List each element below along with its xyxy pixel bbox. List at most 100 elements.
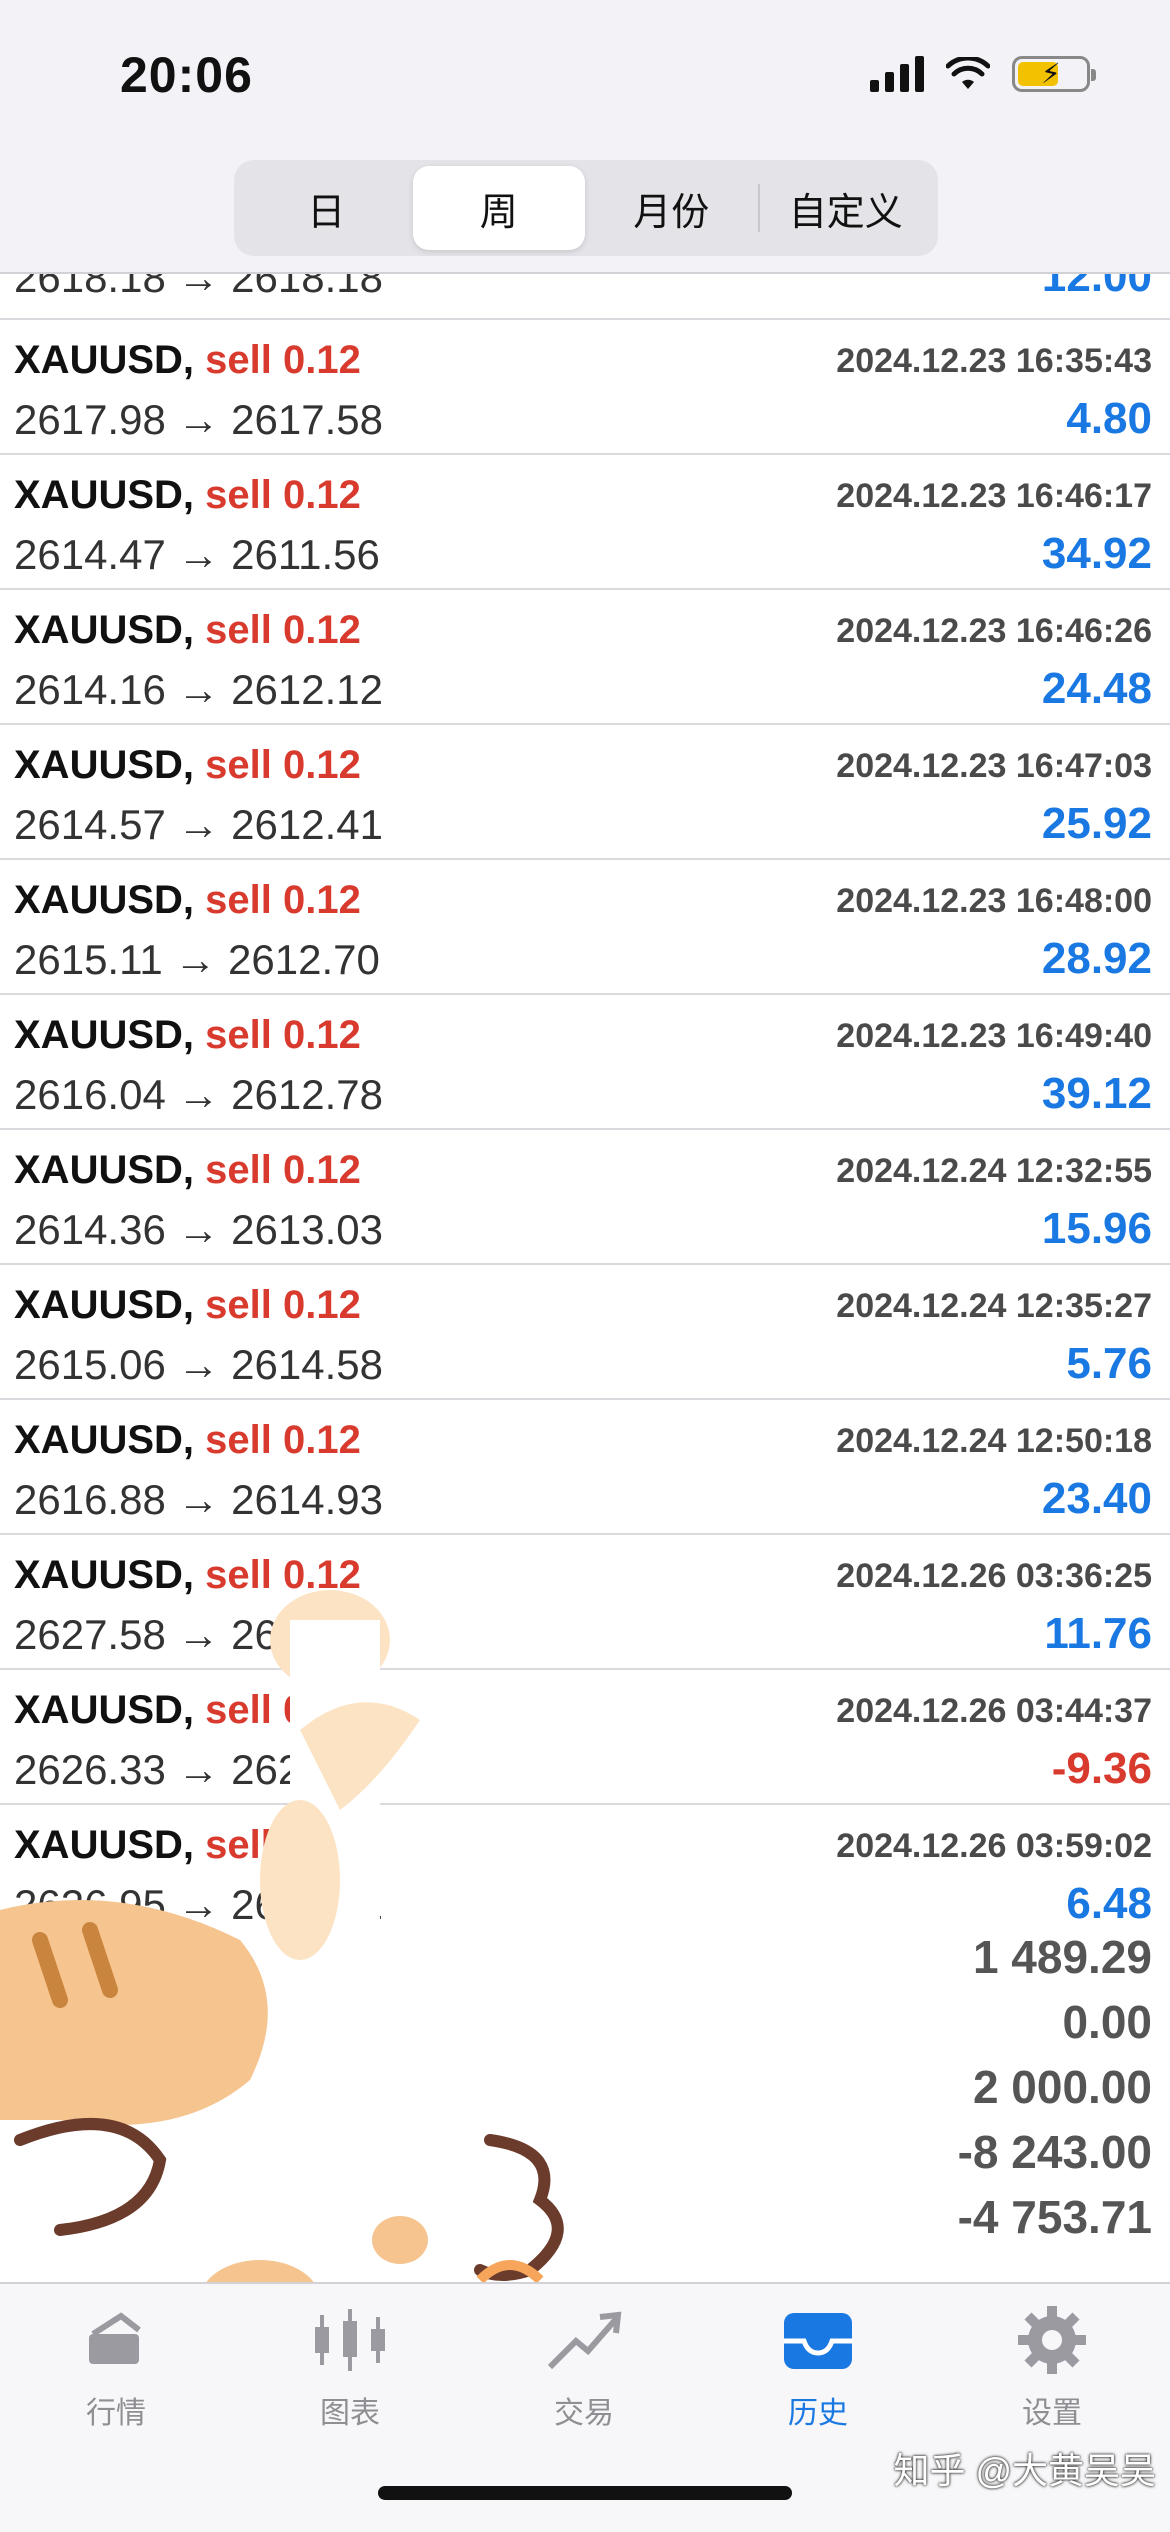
quotes-icon xyxy=(71,2300,161,2380)
candlestick-chart-icon xyxy=(305,2300,395,2380)
trade-time: 2024.12.23 16:47:03 xyxy=(836,747,1152,785)
table-row[interactable]: XAUUSD, sell 0.12 2024.12.23 16:46:26 2614… xyxy=(0,590,1170,725)
table-row[interactable]: XAUUSD, sell 0.12 2024.12.24 12:50:18 2616… xyxy=(0,1400,1170,1535)
tab-quotes[interactable]: 行情 xyxy=(36,2300,196,2440)
tab-settings-label: 设置 xyxy=(1022,2397,1082,2430)
table-row[interactable]: XAUUSD, sell 0.12 2024.12.24 12:32:55 2614… xyxy=(0,1130,1170,1265)
trade-time: 2024.12.26 03:36:25 xyxy=(836,1557,1152,1595)
tab-charts[interactable]: 图表 xyxy=(270,2300,430,2440)
trade-side: sell 0.12 xyxy=(205,1553,361,1597)
history-tray-icon xyxy=(773,2300,863,2380)
trade-prices: 2616.04 → 2612.78 xyxy=(14,1071,383,1118)
trade-symbol-text: XAUUSD, xyxy=(14,743,195,787)
trade-symbol-text: XAUUSD, xyxy=(14,1148,195,1192)
trade-time: 2024.12.24 12:32:55 xyxy=(836,1152,1152,1190)
trade-time: 2024.12.23 16:35:43 xyxy=(836,342,1152,380)
trade-side: sell 0.12 xyxy=(205,1013,361,1057)
trade-symbol-text: XAUUSD, xyxy=(14,1553,195,1597)
trade-profit: 23.40 xyxy=(1041,1474,1152,1523)
trade-time: 2024.12.23 16:48:00 xyxy=(836,882,1152,920)
trade-side: sell 0.12 xyxy=(205,1688,361,1732)
trade-time: 2024.12.23 16:46:17 xyxy=(836,477,1152,515)
tab-settings[interactable]: 设置 xyxy=(972,2300,1132,2440)
home-indicator[interactable] xyxy=(378,2486,792,2500)
table-row[interactable]: XAUUSD, sell 0.12 2024.12.24 12:35:27 2615… xyxy=(0,1265,1170,1400)
trade-time: 2024.12.26 03:44:37 xyxy=(836,1692,1152,1730)
segment-week[interactable]: 周 xyxy=(412,166,585,250)
table-row-partial[interactable]: 2618.18 → 2618.18 12.00 xyxy=(0,272,1170,320)
trade-profit: 11.76 xyxy=(1044,1609,1152,1658)
trade-symbol: XAUUSD, sell 0.12 xyxy=(14,1013,361,1058)
battery-charging-icon: ⚡ xyxy=(1012,56,1096,92)
table-row[interactable]: XAUUSD, sell 0.12 2024.12.23 16:48:00 2615… xyxy=(0,860,1170,995)
trade-symbol: XAUUSD, sell 0.12 xyxy=(14,1823,361,1868)
table-row[interactable]: XAUUSD, sell 0.12 2024.12.23 16:35:43 2617… xyxy=(0,320,1170,455)
trade-profit: 12.00 xyxy=(1041,272,1152,301)
summary-deposit: 2 000.00 xyxy=(972,2061,1152,2113)
table-row[interactable]: XAUUSD, sell 0.12 2024.12.26 03:36:25 2627… xyxy=(0,1535,1170,1670)
table-row[interactable]: XAUUSD, sell 0.12 2024.12.26 03:44:37 2626… xyxy=(0,1670,1170,1805)
trade-prices: 2615.06 → 2614.58 xyxy=(14,1341,383,1388)
trade-symbol-text: XAUUSD, xyxy=(14,473,195,517)
trade-symbol-text: XAUUSD, xyxy=(14,1823,195,1867)
trade-symbol: XAUUSD, sell 0.12 xyxy=(14,608,361,653)
trade-side: sell 0.12 xyxy=(205,1418,361,1462)
tab-charts-label: 图表 xyxy=(320,2397,380,2430)
period-segmented-control: 日 周 月份 自定义 xyxy=(234,160,938,256)
trade-profit: 5.76 xyxy=(1066,1339,1152,1388)
trade-profit: 15.96 xyxy=(1041,1204,1152,1253)
trade-symbol: XAUUSD, sell 0.12 xyxy=(14,1553,361,1598)
trade-prices: 2618.18 → 2618.18 xyxy=(14,272,383,301)
trade-symbol: XAUUSD, sell 0.12 xyxy=(14,1148,361,1193)
trade-symbol: XAUUSD, sell 0.12 xyxy=(14,878,361,923)
trade-prices: 2626.33 → 2627.11 xyxy=(14,1746,380,1793)
trade-side: sell 0.12 xyxy=(205,743,361,787)
tab-history[interactable]: 历史 xyxy=(738,2300,898,2440)
history-summary: 1 489.29 0.00 2 000.00 -8 243.00 -4 753.… xyxy=(0,1925,1170,2250)
trade-profit: -9.36 xyxy=(1051,1744,1152,1793)
trade-profit: 39.12 xyxy=(1041,1069,1152,1118)
trade-history-list[interactable]: 2618.18 → 2618.18 12.00 XAUUSD, sell 0.1… xyxy=(0,272,1170,1922)
trade-profit: 34.92 xyxy=(1041,529,1152,578)
segment-custom[interactable]: 自定义 xyxy=(760,166,933,250)
tab-trade-label: 交易 xyxy=(554,2397,614,2430)
trade-symbol-text: XAUUSD, xyxy=(14,608,195,652)
status-time: 20:06 xyxy=(120,47,253,103)
trade-prices: 2616.88 → 2614.93 xyxy=(14,1476,383,1523)
wifi-icon xyxy=(946,57,990,89)
status-icons: ⚡ xyxy=(870,56,1096,92)
segment-day[interactable]: 日 xyxy=(240,166,413,250)
trade-side: sell 0.12 xyxy=(205,1148,361,1192)
table-row[interactable]: XAUUSD, sell 0.12 2024.12.26 03:59:02 2626… xyxy=(0,1805,1170,1922)
tab-quotes-label: 行情 xyxy=(86,2397,146,2430)
trade-prices: 2614.36 → 2613.03 xyxy=(14,1206,383,1253)
gear-icon xyxy=(1007,2300,1097,2380)
trade-symbol: XAUUSD, sell 0.12 xyxy=(14,1688,361,1733)
trade-prices: 2614.47 → 2611.56 xyxy=(14,531,380,578)
segment-month[interactable]: 月份 xyxy=(585,166,758,250)
trade-symbol-text: XAUUSD, xyxy=(14,1688,195,1732)
table-row[interactable]: XAUUSD, sell 0.12 2024.12.23 16:49:40 2616… xyxy=(0,995,1170,1130)
status-bar: 20:06 ⚡ xyxy=(0,0,1170,150)
trade-prices: 2614.16 → 2612.12 xyxy=(14,666,383,713)
trade-symbol-text: XAUUSD, xyxy=(14,338,195,382)
trade-prices: 2627.58 → 2626.60 xyxy=(14,1611,383,1658)
trade-symbol: XAUUSD, sell 0.12 xyxy=(14,1283,361,1328)
table-row[interactable]: XAUUSD, sell 0.12 2024.12.23 16:46:17 2614… xyxy=(0,455,1170,590)
trade-time: 2024.12.23 16:49:40 xyxy=(836,1017,1152,1055)
table-row[interactable]: XAUUSD, sell 0.12 2024.12.23 16:47:03 2614… xyxy=(0,725,1170,860)
trade-symbol: XAUUSD, sell 0.12 xyxy=(14,473,361,518)
trade-symbol: XAUUSD, sell 0.12 xyxy=(14,1418,361,1463)
trade-symbol-text: XAUUSD, xyxy=(14,1418,195,1462)
trade-side: sell 0.12 xyxy=(205,473,361,517)
tab-history-label: 历史 xyxy=(788,2397,848,2430)
trade-prices: 2626.95 → 2626.41 xyxy=(14,1881,383,1922)
trade-symbol: XAUUSD, sell 0.12 xyxy=(14,743,361,788)
trade-time: 2024.12.26 03:59:02 xyxy=(836,1827,1152,1865)
trade-prices: 2615.11 → 2612.70 xyxy=(14,936,380,983)
trade-profit: 6.48 xyxy=(1066,1879,1152,1922)
tab-trade[interactable]: 交易 xyxy=(504,2300,664,2440)
trade-side: sell 0.12 xyxy=(205,608,361,652)
period-selector-bar: 日 周 月份 自定义 xyxy=(0,150,1170,272)
trade-time: 2024.12.24 12:35:27 xyxy=(836,1287,1152,1325)
